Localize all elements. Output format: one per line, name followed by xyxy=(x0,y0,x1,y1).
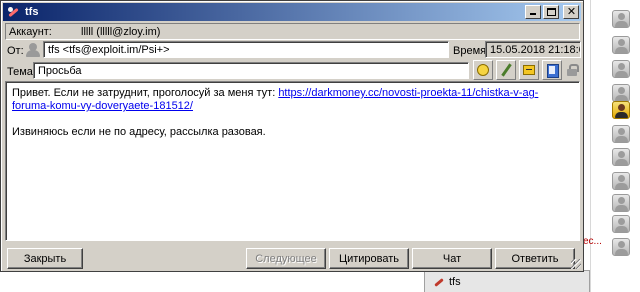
contact-avatar[interactable] xyxy=(612,125,630,143)
taskbar-item-label: tfs xyxy=(449,275,461,288)
close-window-button[interactable]: ✕ xyxy=(563,5,579,19)
contact-avatar[interactable] xyxy=(612,84,630,102)
maximize-button[interactable] xyxy=(543,5,559,19)
contact-photo-avatar[interactable] xyxy=(612,101,630,119)
book-icon xyxy=(546,64,559,78)
reply-button[interactable]: Ответить xyxy=(495,248,575,269)
from-field[interactable]: tfs <tfs@exploit.im/Psi+> xyxy=(43,41,449,58)
chat-button[interactable]: Чат xyxy=(412,248,492,269)
close-icon: ✕ xyxy=(566,5,577,18)
pen-button[interactable] xyxy=(496,60,516,80)
contact-avatar[interactable] xyxy=(612,238,630,256)
note-button[interactable] xyxy=(519,60,539,80)
quote-button[interactable]: Цитировать xyxy=(329,248,409,269)
emoticons-button[interactable] xyxy=(473,60,493,80)
message-body[interactable]: Привет. Если не затруднит, проголосуй за… xyxy=(5,81,580,241)
minimize-icon xyxy=(530,13,536,15)
from-label: От: xyxy=(7,45,24,57)
pen-icon xyxy=(500,64,512,76)
minimize-button[interactable] xyxy=(525,5,541,19)
account-value: lllll (lllll@zloy.im) xyxy=(81,26,161,38)
psi-app-icon xyxy=(6,5,20,19)
contact-avatar[interactable] xyxy=(612,172,630,190)
subject-label: Тема: xyxy=(7,66,36,78)
contact-status-icon xyxy=(25,42,41,58)
resize-grip[interactable] xyxy=(571,259,581,269)
roster-truncated-text: ес... xyxy=(583,236,602,247)
history-button[interactable] xyxy=(542,60,562,80)
maximize-icon xyxy=(547,8,556,16)
account-label: Аккаунт: xyxy=(9,26,52,38)
next-button[interactable]: Следующее xyxy=(246,248,326,269)
message-window: tfs ✕ Аккаунт: lllll (lllll@zloy.im) От:… xyxy=(0,0,584,272)
contact-avatar[interactable] xyxy=(612,36,630,54)
contact-avatar[interactable] xyxy=(612,10,630,28)
psi-app-icon xyxy=(433,276,445,288)
message-text: Привет. Если не затруднит, проголосуй за… xyxy=(12,87,279,99)
contact-avatar[interactable] xyxy=(612,215,630,233)
contact-avatar[interactable] xyxy=(612,148,630,166)
subject-field[interactable]: Просьба xyxy=(33,62,469,79)
smiley-icon xyxy=(477,64,489,76)
message-text: Извиняюсь если не по адресу, рассылка ра… xyxy=(12,126,266,138)
message-paragraph: Привет. Если не затруднит, проголосуй за… xyxy=(12,87,573,113)
contact-avatar[interactable] xyxy=(612,60,630,78)
time-label: Время: xyxy=(453,45,490,57)
close-button[interactable]: Закрыть xyxy=(7,248,83,269)
title-bar[interactable]: tfs ✕ xyxy=(3,3,581,21)
window-title: tfs xyxy=(25,6,39,18)
time-field: 15.05.2018 21:18:05 xyxy=(485,41,581,58)
contact-avatar[interactable] xyxy=(612,194,630,212)
lock-icon xyxy=(567,64,579,76)
note-icon xyxy=(523,64,535,76)
taskbar-item-tfs[interactable]: tfs xyxy=(424,270,590,292)
